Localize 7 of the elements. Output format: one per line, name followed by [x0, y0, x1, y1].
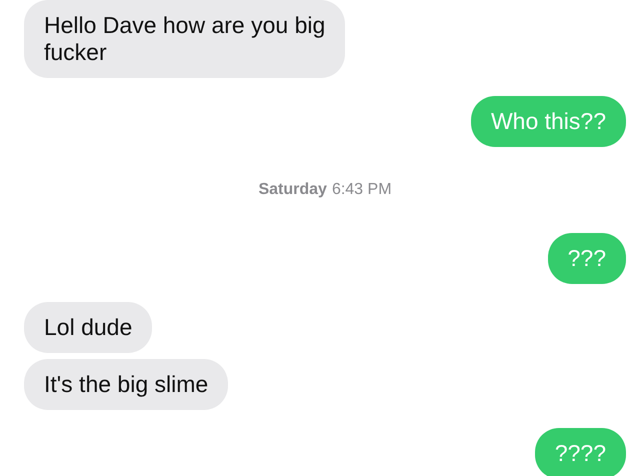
sent-message-bubble: Who this??	[470, 96, 626, 147]
received-message-bubble: It's the big slime	[24, 359, 228, 410]
timestamp: Saturday 6:43 PM	[258, 181, 392, 199]
received-message-bubble: Hello Dave how are you big fucker	[24, 0, 346, 78]
received-message-bubble: Lol dude	[24, 302, 152, 353]
sent-message-bubble: ???	[548, 233, 626, 284]
sent-message-bubble: ????	[534, 428, 626, 476]
